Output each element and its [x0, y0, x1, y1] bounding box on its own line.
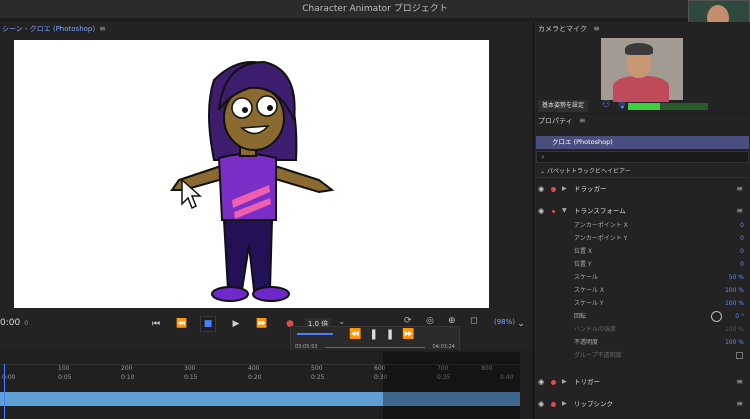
chevron-right-icon[interactable]: ▶ — [562, 182, 567, 196]
scene-stage[interactable] — [14, 40, 489, 308]
scene-panel: シーン - クロエ (Photoshop) ≡ 0:00 0 ⏮ ⏪ ■ ▶ ⏩… — [0, 22, 532, 352]
mic-level-meter — [628, 103, 708, 110]
frame-label: 500 — [311, 365, 323, 372]
prop-position-y[interactable]: 位置 Y0 — [574, 258, 746, 271]
record-arm-icon[interactable] — [551, 187, 556, 192]
zoom-level[interactable]: (98%) — [494, 318, 515, 326]
behavior-menu-icon[interactable]: ≡ — [736, 397, 743, 411]
prop-group-opacity[interactable]: グループ不透明度 — [574, 349, 746, 362]
app-window: Character Animator プロジェクト TouchBase 株式会社… — [0, 0, 750, 419]
record-arm-icon[interactable] — [552, 210, 555, 213]
properties-panel: プロパティ ≡ クロエ (Photoshop) ⌕ ⌄ パペットトラックビヘイビ… — [533, 114, 750, 419]
prop-scale[interactable]: スケール 50 % — [574, 271, 746, 284]
loop-icon[interactable]: ⟳ — [404, 316, 412, 326]
eye-icon[interactable]: ◉ — [538, 397, 544, 411]
zoom-dropdown-icon[interactable]: ⌄ — [513, 316, 529, 332]
behavior-section-header[interactable]: ⌄ パペットトラックビヘイビアー — [536, 166, 749, 178]
prop-position-x[interactable]: 位置 X0 — [574, 245, 746, 258]
prop-anchor-x[interactable]: アンカーポイント X0 — [574, 219, 746, 232]
behavior-row[interactable]: ◉ ▶ トリガー ≡ — [536, 375, 749, 389]
prop-handle-strength: ハンドルの強度 100 % — [574, 326, 744, 333]
eye-icon[interactable]: ◉ — [538, 204, 544, 218]
behavior-row[interactable]: ◉ ▶ ドラッガー ≡ — [536, 182, 749, 196]
panel-menu-icon[interactable]: ≡ — [593, 24, 600, 33]
time-label: 0:10 — [121, 374, 135, 381]
behavior-menu-icon[interactable]: ≡ — [736, 182, 743, 196]
panel-menu-icon[interactable]: ≡ — [579, 116, 586, 125]
frame-label: 200 — [121, 365, 133, 372]
behavior-name: ドラッガー — [574, 185, 607, 193]
crosshair-icon[interactable]: ⊕ — [448, 316, 456, 326]
frame-label: 400 — [248, 365, 260, 372]
play-icon[interactable]: ▶ — [228, 316, 244, 332]
record-arm-icon[interactable] — [551, 402, 556, 407]
properties-header: プロパティ ≡ — [538, 116, 586, 125]
time-label: 0:20 — [248, 374, 262, 381]
tab-scene[interactable]: シーン - クロエ (Photoshop) ≡ — [0, 22, 106, 36]
panel-menu-icon[interactable]: ≡ — [99, 24, 106, 33]
stop-button[interactable]: ■ — [200, 316, 216, 332]
camera-preview — [601, 38, 683, 102]
title-bar: Character Animator プロジェクト — [0, 0, 750, 18]
media-progress[interactable] — [325, 347, 425, 348]
eye-icon[interactable]: ◉ — [538, 375, 544, 389]
chloe-puppet[interactable] — [14, 40, 489, 308]
prop-anchor-y[interactable]: アンカーポイント Y0 — [574, 232, 746, 245]
behavior-name: リップシンク — [574, 400, 613, 408]
eye-icon[interactable]: ◉ — [538, 182, 544, 196]
camera-panel-header: カメラとマイク ≡ — [538, 24, 600, 33]
rotation-dial-icon[interactable] — [711, 311, 722, 322]
checkbox[interactable] — [736, 352, 743, 359]
camera-icon[interactable]: ◎ — [426, 316, 434, 326]
chevron-right-icon[interactable]: ▶ — [562, 397, 567, 411]
timeline-panel: 100 200 300 400 500 600 700 800 0:00 0:0… — [0, 350, 532, 419]
camera-toggle-icon[interactable]: ⚇ — [602, 100, 610, 110]
app-title: Character Animator プロジェクト — [302, 4, 448, 14]
prop-scale-y[interactable]: スケール Y 100 % — [574, 297, 746, 310]
time-label: 0:05 — [58, 374, 72, 381]
behavior-menu-icon[interactable]: ≡ — [736, 375, 743, 389]
chevron-down-icon[interactable]: ▼ — [562, 204, 567, 218]
prop-opacity[interactable]: 不透明度 100 % — [574, 336, 746, 349]
camera-mic-panel: カメラとマイク ≡ 基本姿勢を設定 ⚇ 🎙 — [533, 22, 750, 113]
volume-slider[interactable] — [297, 333, 333, 335]
behavior-row[interactable]: ◉ ▼ トランスフォーム ≡ — [536, 204, 749, 218]
prop-rotation[interactable]: 回転 0 ° — [574, 310, 746, 323]
step-forward-icon[interactable]: ⏩ — [254, 316, 270, 332]
behavior-name: トリガー — [574, 378, 600, 386]
selected-puppet[interactable]: クロエ (Photoshop) — [536, 136, 749, 149]
behavior-row[interactable]: ◉ ▶ リップシンク ≡ — [536, 397, 749, 411]
set-rest-pose-button[interactable]: 基本姿勢を設定 — [538, 100, 588, 112]
chevron-right-icon[interactable]: ▶ — [562, 375, 567, 389]
search-input[interactable]: ⌕ — [536, 151, 749, 163]
behavior-name: トランスフォーム — [574, 207, 626, 215]
microphone-icon[interactable]: 🎙 — [616, 100, 627, 110]
prop-scale-x[interactable]: スケール X 100 % — [574, 284, 746, 297]
step-back-icon[interactable]: ⏪ — [174, 316, 190, 332]
frame-label: 300 — [184, 365, 196, 372]
record-arm-icon[interactable] — [551, 380, 556, 385]
go-to-start-icon[interactable]: ⏮ — [148, 316, 164, 332]
scene-time: 0:00 0 — [0, 318, 29, 328]
time-label: 0:15 — [184, 374, 198, 381]
scene-tab-label: シーン - クロエ (Photoshop) — [2, 25, 96, 33]
behavior-menu-icon[interactable]: ≡ — [736, 204, 743, 218]
timeline-out-range — [383, 352, 520, 419]
media-controls[interactable]: ⏪❚❚⏩ — [349, 329, 423, 340]
time-label: 0:25 — [311, 374, 325, 381]
frame-label: 100 — [58, 365, 70, 372]
background-icon[interactable]: ◻ — [470, 316, 477, 326]
playhead[interactable] — [4, 364, 5, 419]
